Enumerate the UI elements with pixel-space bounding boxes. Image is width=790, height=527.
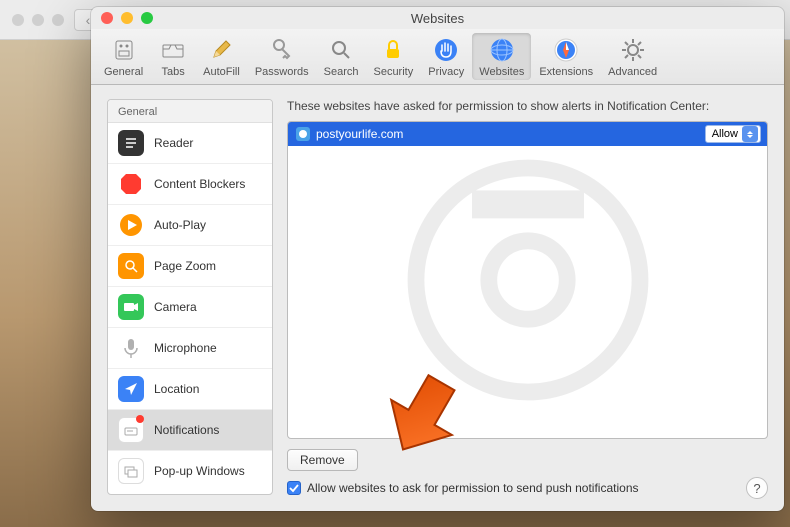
toolbar-label: Passwords [255,66,309,78]
sidebar-item-reader[interactable]: Reader [108,123,272,164]
lock-icon [379,36,407,64]
toolbar-label: AutoFill [203,66,240,78]
toolbar-privacy[interactable]: Privacy [421,33,471,80]
toolbar-search[interactable]: Search [317,33,366,80]
octagon-icon [118,171,144,197]
sidebar-item-label: Microphone [154,341,217,355]
help-button[interactable]: ? [746,477,768,499]
toolbar-label: Extensions [539,66,593,78]
sidebar-item-label: Pop-up Windows [154,464,245,478]
sidebar-item-label: Location [154,382,199,396]
chevron-updown-icon [742,126,758,142]
minimize-window-button[interactable] [121,12,133,24]
toolbar-label: Privacy [428,66,464,78]
tabs-icon [159,36,187,64]
key-icon [268,36,296,64]
checkbox-checked-icon[interactable] [287,481,301,495]
toolbar-autofill[interactable]: AutoFill [196,33,247,80]
favicon-icon [296,127,310,141]
sidebar-item-label: Camera [154,300,197,314]
toolbar-advanced[interactable]: Advanced [601,33,664,80]
hand-icon [432,36,460,64]
search-icon [327,36,355,64]
toolbar-general[interactable]: General [97,33,150,80]
toolbar-label: Advanced [608,66,657,78]
toolbar-label: Search [324,66,359,78]
pencil-icon [207,36,235,64]
toolbar-extensions[interactable]: Extensions [532,33,600,80]
zoom-window-button[interactable] [141,12,153,24]
sidebar-header: General [108,100,272,123]
toolbar-security[interactable]: Security [366,33,420,80]
toolbar-label: Tabs [162,66,185,78]
sidebar-item-autoplay[interactable]: Auto-Play [108,205,272,246]
sidebar-item-page-zoom[interactable]: Page Zoom [108,246,272,287]
sidebar-item-camera[interactable]: Camera [108,287,272,328]
checkbox-label: Allow websites to ask for permission to … [307,481,639,495]
panel-heading: These websites have asked for permission… [287,99,768,113]
background-traffic-lights [12,14,64,26]
permission-value: Allow [712,128,738,140]
play-icon [118,212,144,238]
reader-icon [118,130,144,156]
toolbar-label: Websites [479,66,524,78]
permission-select[interactable]: Allow [705,125,761,143]
sidebar-item-label: Page Zoom [154,259,216,273]
microphone-icon [118,335,144,361]
sidebar-item-label: Auto-Play [154,218,206,232]
sidebar-item-label: Notifications [154,423,219,437]
window-title: Websites [91,11,784,26]
toolbar-tabs[interactable]: Tabs [151,33,195,80]
website-row[interactable]: postyourlife.com Allow [288,122,767,146]
watermark [288,122,767,438]
globe-icon [488,36,516,64]
zoom-icon [118,253,144,279]
sidebar-item-content-blockers[interactable]: Content Blockers [108,164,272,205]
sidebar-item-location[interactable]: Location [108,369,272,410]
websites-list[interactable]: postyourlife.com Allow [287,121,768,439]
allow-ask-checkbox-row[interactable]: Allow websites to ask for permission to … [287,481,768,495]
sidebar-item-popup-windows[interactable]: Pop-up Windows [108,451,272,491]
sidebar-item-microphone[interactable]: Microphone [108,328,272,369]
badge-dot [136,415,144,423]
titlebar: Websites [91,7,784,29]
toolbar-passwords[interactable]: Passwords [248,33,316,80]
preferences-window: Websites General Tabs AutoFill Passwords… [91,7,784,511]
close-window-button[interactable] [101,12,113,24]
sidebar-item-label: Content Blockers [154,177,245,191]
toolbar-label: General [104,66,143,78]
sidebar: General Reader Content Blockers Auto-Pla… [107,99,273,495]
right-panel: These websites have asked for permission… [287,99,768,495]
sidebar-item-label: Reader [154,136,193,150]
compass-icon [552,36,580,64]
toolbar-websites[interactable]: Websites [472,33,531,80]
camera-icon [118,294,144,320]
website-domain: postyourlife.com [316,127,403,141]
location-icon [118,376,144,402]
sidebar-item-notifications[interactable]: Notifications [108,410,272,451]
popup-icon [118,458,144,484]
preferences-toolbar: General Tabs AutoFill Passwords Search S… [91,29,784,85]
toolbar-label: Security [373,66,413,78]
switches-icon [110,36,138,64]
gear-icon [619,36,647,64]
remove-button[interactable]: Remove [287,449,358,471]
